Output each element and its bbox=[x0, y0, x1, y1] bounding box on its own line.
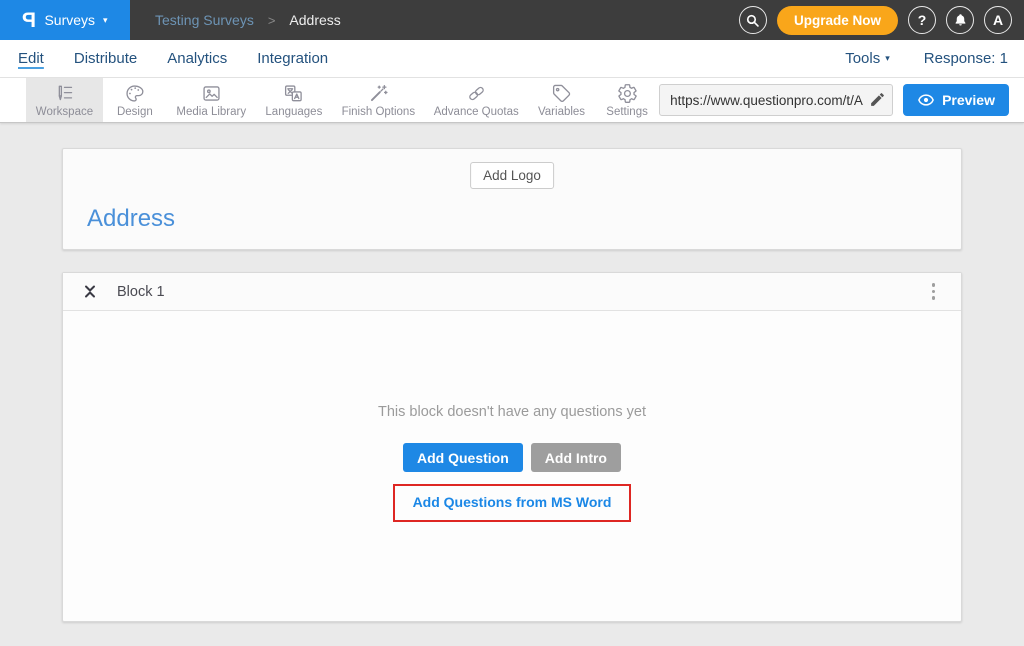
advance-quotas-icon bbox=[466, 83, 487, 104]
collapse-block-button[interactable] bbox=[83, 284, 97, 299]
search-button[interactable] bbox=[739, 6, 767, 34]
toolbar-label: Settings bbox=[606, 106, 648, 118]
empty-block-message: This block doesn't have any questions ye… bbox=[378, 404, 646, 420]
variables-icon bbox=[551, 83, 572, 104]
block-action-buttons: Add Question Add Intro bbox=[403, 443, 621, 472]
kebab-icon bbox=[932, 283, 936, 287]
toolbar-item-workspace[interactable]: Workspace bbox=[26, 78, 103, 122]
add-questions-from-ms-word-link[interactable]: Add Questions from MS Word bbox=[413, 494, 612, 510]
eye-icon bbox=[917, 91, 935, 109]
search-icon bbox=[745, 13, 760, 28]
languages-icon bbox=[283, 83, 304, 104]
breadcrumb-parent[interactable]: Testing Surveys bbox=[155, 12, 254, 28]
settings-icon bbox=[617, 83, 638, 104]
toolbar-item-finish-options[interactable]: Finish Options bbox=[332, 78, 424, 122]
product-label: Surveys bbox=[44, 12, 95, 28]
add-intro-button[interactable]: Add Intro bbox=[531, 443, 621, 472]
nav-right: Tools ▾ Response: 1 bbox=[845, 50, 1008, 67]
block-card: Block 1 This block doesn't have any ques… bbox=[62, 272, 962, 622]
annotation-highlight-box: Add Questions from MS Word bbox=[393, 484, 632, 522]
chevron-down-icon: ▾ bbox=[885, 53, 890, 64]
tab-integration[interactable]: Integration bbox=[257, 50, 328, 67]
question-mark-icon: ? bbox=[918, 12, 927, 28]
block-header: Block 1 bbox=[63, 273, 961, 311]
survey-url-field bbox=[659, 84, 893, 116]
tools-menu[interactable]: Tools ▾ bbox=[845, 50, 890, 67]
bell-icon bbox=[953, 13, 968, 28]
media-library-icon bbox=[201, 83, 222, 104]
toolbar-label: Advance Quotas bbox=[434, 106, 519, 118]
section-navigation: Edit Distribute Analytics Integration To… bbox=[0, 40, 1024, 78]
workspace-icon bbox=[54, 83, 75, 104]
survey-url-input[interactable] bbox=[659, 84, 893, 116]
toolbar-item-settings[interactable]: Settings bbox=[595, 78, 659, 122]
toolbar-item-media-library[interactable]: Media Library bbox=[167, 78, 256, 122]
survey-editor-canvas: Add Logo Address Block 1 This block does… bbox=[0, 124, 1024, 646]
toolbar-item-languages[interactable]: Languages bbox=[256, 78, 333, 122]
finish-options-icon bbox=[368, 83, 389, 104]
tab-edit[interactable]: Edit bbox=[18, 50, 44, 67]
toolbar-label: Variables bbox=[538, 106, 585, 118]
avatar-initial: A bbox=[993, 12, 1003, 28]
breadcrumb-current: Address bbox=[289, 12, 340, 28]
topbar-actions: Upgrade Now ? A bbox=[739, 6, 1024, 35]
toolbar-label: Finish Options bbox=[342, 106, 416, 118]
tools-label: Tools bbox=[845, 50, 880, 67]
nav-tabs: Edit Distribute Analytics Integration bbox=[18, 50, 328, 67]
top-navigation-bar: P Surveys ▾ Testing Surveys > Address Up… bbox=[0, 0, 1024, 40]
tab-analytics[interactable]: Analytics bbox=[167, 50, 227, 67]
toolbar-label: Media Library bbox=[176, 106, 246, 118]
toolbar-item-design[interactable]: Design bbox=[103, 78, 167, 122]
toolbar-label: Design bbox=[117, 106, 153, 118]
edit-pencil-icon[interactable] bbox=[869, 91, 886, 108]
collapse-icon bbox=[83, 284, 97, 299]
breadcrumb-separator: > bbox=[268, 13, 276, 28]
preview-button[interactable]: Preview bbox=[903, 84, 1009, 116]
notifications-button[interactable] bbox=[946, 6, 974, 34]
toolbar-label: Workspace bbox=[36, 106, 93, 118]
upgrade-now-button[interactable]: Upgrade Now bbox=[777, 6, 898, 35]
help-button[interactable]: ? bbox=[908, 6, 936, 34]
block-title[interactable]: Block 1 bbox=[117, 284, 165, 300]
block-body: This block doesn't have any questions ye… bbox=[63, 311, 961, 621]
chevron-down-icon: ▾ bbox=[103, 15, 108, 26]
toolbar-label: Languages bbox=[265, 106, 322, 118]
breadcrumb: Testing Surveys > Address bbox=[155, 12, 341, 28]
block-menu-button[interactable] bbox=[926, 279, 942, 304]
toolbar-item-advance-quotas[interactable]: Advance Quotas bbox=[425, 78, 528, 122]
questionpro-logo: P bbox=[22, 10, 36, 31]
add-question-button[interactable]: Add Question bbox=[403, 443, 523, 472]
survey-title[interactable]: Address bbox=[87, 205, 175, 233]
add-logo-button[interactable]: Add Logo bbox=[470, 162, 554, 189]
preview-label: Preview bbox=[942, 92, 995, 108]
design-icon bbox=[124, 83, 145, 104]
survey-header-card: Add Logo Address bbox=[62, 148, 962, 250]
response-count[interactable]: Response: 1 bbox=[924, 50, 1008, 67]
tab-distribute[interactable]: Distribute bbox=[74, 50, 137, 67]
editor-toolbar: Workspace Design Media Library Languages bbox=[0, 78, 1024, 123]
account-avatar[interactable]: A bbox=[984, 6, 1012, 34]
toolbar-item-variables[interactable]: Variables bbox=[528, 78, 595, 122]
product-switcher[interactable]: P Surveys ▾ bbox=[0, 0, 130, 40]
